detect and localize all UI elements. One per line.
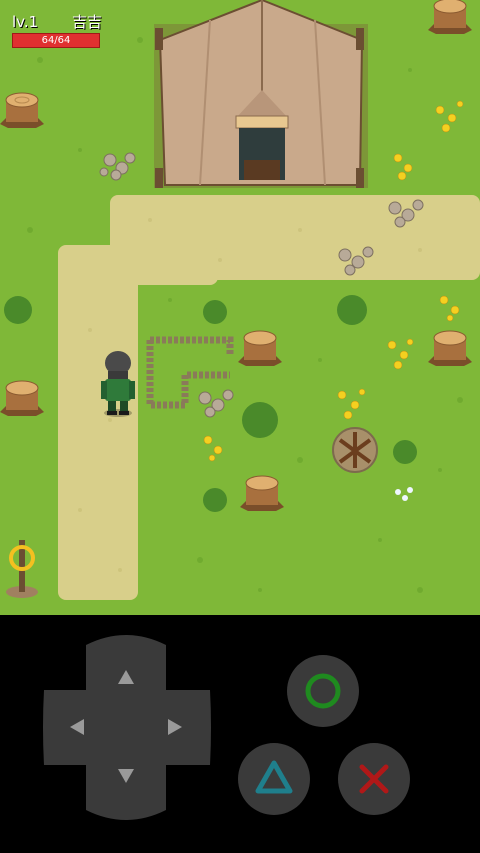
tree-stump[interactable]: [0, 380, 44, 416]
tent-post: [155, 28, 163, 50]
player-level: lv.1: [12, 13, 39, 31]
tent-post: [155, 168, 163, 188]
green-shrub: [203, 488, 227, 512]
cross-icon: [359, 764, 389, 794]
game-map[interactable]: [0, 0, 480, 615]
green-shrub: [393, 440, 417, 464]
circle-icon: [305, 673, 341, 709]
tree-stump[interactable]: [238, 330, 282, 366]
player-name: 吉吉: [71, 13, 102, 31]
green-shrub: [242, 402, 278, 438]
tent-post: [356, 28, 364, 50]
dpad[interactable]: [43, 635, 211, 820]
green-shrub: [337, 295, 367, 325]
green-shrub: [203, 300, 227, 324]
triangle-icon: [255, 760, 293, 794]
triangle-button[interactable]: [238, 743, 310, 815]
tent-post: [356, 168, 364, 188]
tree-stump[interactable]: [428, 0, 472, 34]
tent[interactable]: [154, 0, 368, 188]
dpad-icon[interactable]: [0, 615, 480, 853]
campfire-pit[interactable]: [332, 427, 378, 473]
tree-stump[interactable]: [428, 330, 472, 366]
tree-stump[interactable]: [240, 475, 284, 511]
player-status-hud: lv.1 吉吉 64/64: [12, 12, 102, 48]
green-shrub: [4, 296, 32, 324]
tree-stump[interactable]: [0, 92, 44, 128]
hp-text: 64/64: [41, 35, 71, 46]
hp-bar: 64/64: [12, 33, 100, 48]
player-body: [105, 379, 131, 401]
cross-button[interactable]: [338, 743, 410, 815]
game-viewport[interactable]: lv.1 吉吉 64/64: [0, 0, 480, 615]
virtual-controller: [0, 615, 480, 853]
circle-button[interactable]: [287, 655, 359, 727]
